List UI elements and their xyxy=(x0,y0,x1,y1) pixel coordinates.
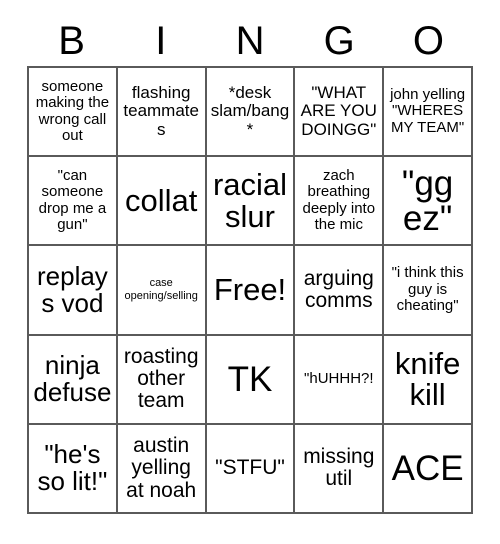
bingo-cell[interactable]: *desk slam/bang* xyxy=(206,68,296,158)
bingo-cell-label: "WHAT ARE YOU DOINGG" xyxy=(300,83,377,139)
bingo-cell-label: austin yelling at noah xyxy=(126,434,197,502)
bingo-cell[interactable]: "can someone drop me a gun" xyxy=(29,157,118,247)
bingo-cell-label: ninja defuse xyxy=(33,350,112,408)
bingo-cell[interactable]: "STFU" xyxy=(206,424,296,514)
bingo-cell-label: "gg ez" xyxy=(401,163,454,238)
bingo-header-letter-n: N xyxy=(235,19,265,63)
bingo-cell-label: flashing teammates xyxy=(123,83,199,139)
bingo-cell-label: arguing comms xyxy=(303,266,374,312)
bingo-cell[interactable]: "WHAT ARE YOU DOINGG" xyxy=(295,68,385,158)
bingo-cell-label: knife kill xyxy=(394,345,461,413)
bingo-cell-label: zach breathing deeply into the mic xyxy=(302,166,376,234)
bingo-cell-label: Free! xyxy=(213,272,287,308)
bingo-card: B I N G O someone making the wrong call … xyxy=(0,0,500,544)
bingo-cell[interactable]: "i think this guy is cheating" xyxy=(384,246,473,336)
bingo-header: B I N G O xyxy=(27,16,473,66)
bingo-cell[interactable]: racial slur xyxy=(206,157,296,247)
bingo-cell[interactable]: TK xyxy=(206,335,296,425)
bingo-cell[interactable]: collat xyxy=(117,157,207,247)
bingo-header-letter-o: O xyxy=(412,19,444,63)
bingo-cell[interactable]: "gg ez" xyxy=(384,157,473,247)
bingo-cell[interactable]: zach breathing deeply into the mic xyxy=(295,157,385,247)
bingo-cell-label: *desk slam/bang* xyxy=(210,83,290,139)
bingo-cell[interactable]: "he's so lit!" xyxy=(29,424,118,514)
bingo-header-letter-i: I xyxy=(155,19,167,63)
bingo-cell[interactable]: austin yelling at noah xyxy=(117,424,207,514)
bingo-cell[interactable]: case opening/selling xyxy=(117,246,207,336)
bingo-cell[interactable]: flashing teammates xyxy=(117,68,207,158)
bingo-cell-label: TK xyxy=(227,359,273,399)
bingo-cell-label: missing util xyxy=(303,445,375,491)
bingo-cell[interactable]: arguing comms xyxy=(295,246,385,336)
bingo-header-letter-b: B xyxy=(58,19,85,63)
bingo-cell-label: replays vod xyxy=(36,260,108,318)
bingo-cell[interactable]: "hUHHH?! xyxy=(295,335,385,425)
bingo-cell[interactable]: replays vod xyxy=(29,246,118,336)
bingo-header-letter-g: G xyxy=(323,19,355,63)
bingo-cell[interactable]: john yelling "WHERES MY TEAM" xyxy=(384,68,473,158)
bingo-cell-label: case opening/selling xyxy=(124,277,198,302)
bingo-cell-label: roasting other team xyxy=(123,344,199,413)
bingo-cell-label: collat xyxy=(125,182,198,218)
bingo-cell-label: ACE xyxy=(391,448,464,488)
bingo-cell-free-space[interactable]: Free! xyxy=(206,246,296,336)
bingo-cell[interactable]: someone making the wrong call out xyxy=(29,68,118,158)
bingo-cell[interactable]: ACE xyxy=(384,424,473,514)
bingo-cell-label: "STFU" xyxy=(215,456,285,480)
bingo-cell-label: "i think this guy is cheating" xyxy=(391,264,464,315)
bingo-grid: someone making the wrong call out flashin… xyxy=(27,66,473,514)
bingo-cell-label: john yelling "WHERES MY TEAM" xyxy=(390,85,466,136)
bingo-cell-label: "can someone drop me a gun" xyxy=(38,166,107,234)
bingo-cell[interactable]: roasting other team xyxy=(117,335,207,425)
bingo-cell[interactable]: missing util xyxy=(295,424,385,514)
bingo-cell[interactable]: ninja defuse xyxy=(29,335,118,425)
bingo-cell[interactable]: knife kill xyxy=(384,335,473,425)
bingo-cell-label: "hUHHH?! xyxy=(304,369,374,387)
bingo-cell-label: "he's so lit!" xyxy=(37,439,108,497)
bingo-cell-label: racial slur xyxy=(212,167,288,234)
bingo-cell-label: someone making the wrong call out xyxy=(35,77,110,145)
